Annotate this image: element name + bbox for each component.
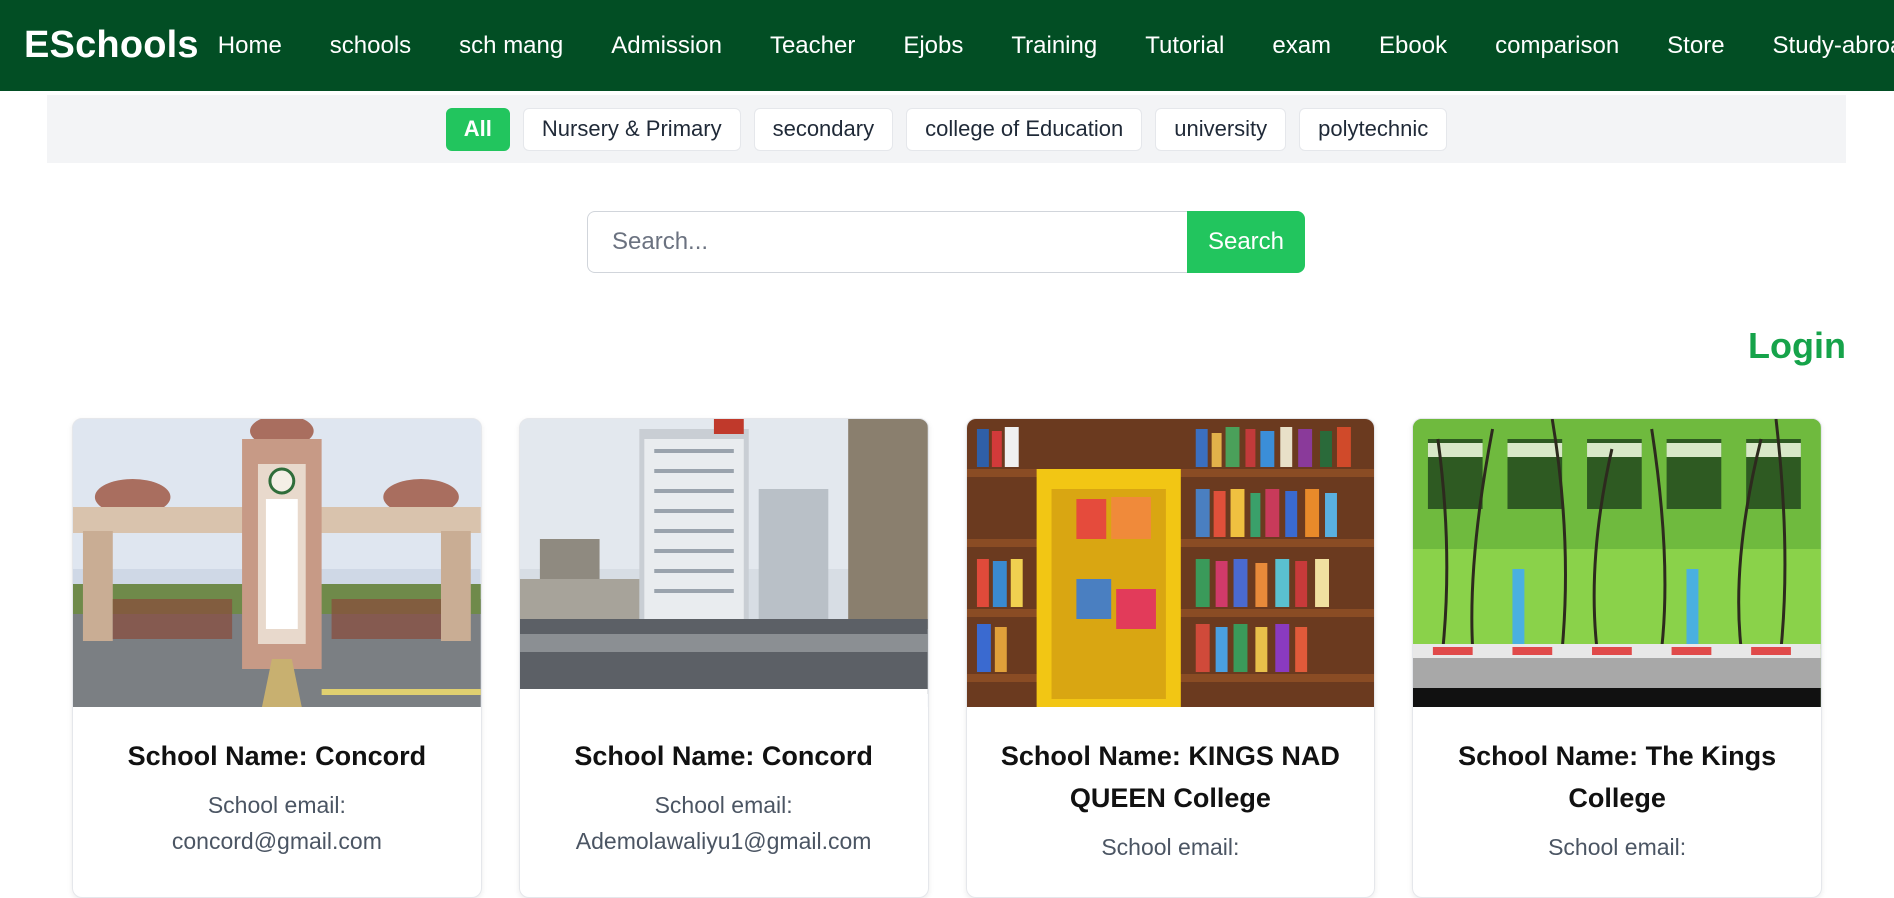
school-email-label: School email:	[654, 792, 793, 818]
school-card-grid: School Name: Concord School email: conco…	[72, 418, 1822, 898]
nav-link-training[interactable]: Training	[1011, 32, 1097, 60]
top-navbar: ESchools Home schools sch mang Admission…	[0, 0, 1894, 91]
school-image	[1413, 419, 1821, 707]
nav-link-store[interactable]: Store	[1667, 32, 1724, 60]
nav-link-schools[interactable]: schools	[330, 32, 411, 60]
nav-links: Home schools sch mang Admission Teacher …	[218, 32, 1894, 60]
school-image	[73, 419, 481, 707]
school-name: School Name: Concord	[127, 741, 427, 771]
school-name: School Name: Concord	[574, 741, 873, 771]
school-email-label: School email:	[1548, 834, 1687, 860]
brand-logo[interactable]: ESchools	[24, 24, 199, 67]
filter-chip-all[interactable]: All	[445, 107, 510, 151]
filter-chip-university[interactable]: university	[1155, 107, 1287, 151]
filter-chip-polytechnic[interactable]: polytechnic	[1299, 107, 1448, 151]
school-email: concord@gmail.com	[171, 828, 382, 854]
school-email-label: School email:	[207, 792, 346, 818]
nav-link-tutorial[interactable]: Tutorial	[1145, 32, 1224, 60]
nav-link-teacher[interactable]: Teacher	[770, 32, 855, 60]
school-image	[519, 419, 928, 707]
search-button[interactable]: Search	[1187, 211, 1305, 273]
school-card[interactable]: School Name: Concord School email: Ademo…	[518, 418, 929, 898]
login-link[interactable]: Login	[1748, 325, 1846, 367]
school-email: Ademolawaliyu1@gmail.com	[575, 828, 872, 854]
nav-link-study-abroad[interactable]: Study-abroad	[1773, 32, 1894, 60]
category-filter-bar: All Nursery & Primary secondary college …	[47, 95, 1846, 163]
school-name: School Name: The Kings College	[1458, 741, 1777, 813]
school-card[interactable]: School Name: The Kings College School em…	[1412, 418, 1822, 898]
filter-chip-nursery-primary[interactable]: Nursery & Primary	[522, 107, 741, 151]
nav-link-home[interactable]: Home	[218, 32, 282, 60]
search-bar: Search	[587, 211, 1305, 273]
filter-chip-college-of-education[interactable]: college of Education	[906, 107, 1143, 151]
nav-link-sch-mang[interactable]: sch mang	[459, 32, 563, 60]
school-image	[966, 419, 1375, 707]
nav-link-exam[interactable]: exam	[1272, 32, 1331, 60]
school-name: School Name: KINGS NAD QUEEN College	[1000, 741, 1340, 813]
nav-link-ebook[interactable]: Ebook	[1379, 32, 1447, 60]
search-input[interactable]	[587, 211, 1187, 273]
nav-link-comparison[interactable]: comparison	[1495, 32, 1619, 60]
nav-link-admission[interactable]: Admission	[611, 32, 722, 60]
school-email-label: School email:	[1101, 834, 1240, 860]
filter-chip-secondary[interactable]: secondary	[753, 107, 894, 151]
nav-link-ejobs[interactable]: Ejobs	[903, 32, 963, 60]
school-card[interactable]: School Name: Concord School email: conco…	[72, 418, 482, 898]
school-card[interactable]: School Name: KINGS NAD QUEEN College Sch…	[965, 418, 1376, 898]
